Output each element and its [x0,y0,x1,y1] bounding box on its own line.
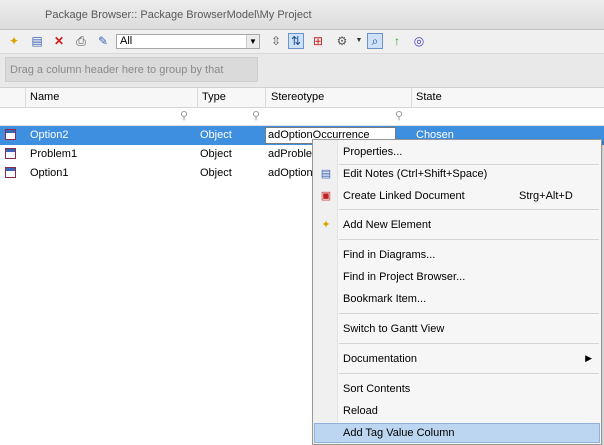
menu-item-label: Switch to Gantt View [343,323,445,335]
sort-icon[interactable]: ⇅ [288,33,304,49]
menu-item-add-tag-value-column[interactable]: Add Tag Value Column [314,423,600,443]
cell-type: Object [200,148,232,160]
menu-item-reload[interactable]: Reload [314,401,600,421]
go-up-icon[interactable]: ↑ [389,33,405,49]
column-separator[interactable] [411,88,412,108]
menu-item-add-new-element[interactable]: ✦ Add New Element [314,215,600,235]
column-separator[interactable] [25,88,26,108]
menu-item-bookmark-item[interactable]: Bookmark Item... [314,289,600,309]
view-options-icon[interactable]: ⚙ [334,33,350,49]
menu-separator [339,239,599,240]
menu-item-properties[interactable]: Properties... [314,142,600,162]
cell-name: Option2 [30,129,69,141]
chevron-down-icon[interactable]: ▼ [246,35,259,48]
linked-document-icon: ▣ [320,190,332,202]
hierarchy-icon[interactable]: ⊞ [310,33,326,49]
menu-item-shortcut: Strg+Alt+D [519,190,573,202]
menu-item-label: Bookmark Item... [343,293,427,305]
menu-item-label: Add New Element [343,219,432,231]
new-element-icon[interactable]: ✦ [6,33,22,49]
menu-item-label: Sort Contents [343,383,411,395]
menu-item-label: Documentation [343,353,417,365]
filter-select-value: All [120,35,133,47]
toolbar: ✦ ▤ ✕ ⎙ ✎ All ▼ ⇳ ⇅ ⊞ ⚙ ▼ ⌕ ↑ ◎ [0,30,604,54]
context-menu: Properties... ▤ Edit Notes (Ctrl+Shift+S… [312,139,602,445]
grid-header: Name Type Stereotype State [0,88,604,108]
cell-stereotype: adOption [268,167,312,179]
menu-separator [339,343,599,344]
move-icon[interactable]: ⇳ [268,33,284,49]
menu-separator [339,209,599,210]
window-titlebar: Package Browser:: Package BrowserModel\M… [0,0,604,30]
help-icon[interactable]: ◎ [411,33,427,49]
group-by-panel: Drag a column header here to group by th… [0,54,604,101]
object-icon [5,148,16,159]
menu-item-create-linked-document[interactable]: ▣ Create Linked Document Strg+Alt+D [314,186,600,206]
menu-item-label: Find in Project Browser... [343,271,466,283]
menu-separator [339,313,599,314]
menu-item-label: Reload [343,405,378,417]
window-title: Package Browser:: Package BrowserModel\M… [45,9,312,21]
menu-item-label: Edit Notes (Ctrl+Shift+Space) [343,168,488,180]
notes-icon: ▤ [320,168,332,180]
menu-separator [339,373,599,374]
menu-item-sort-contents[interactable]: Sort Contents [314,379,600,399]
menu-item-find-in-diagrams[interactable]: Find in Diagrams... [314,245,600,265]
column-header-name[interactable]: Name [30,91,59,103]
menu-item-label: Create Linked Document [343,190,465,202]
search-icon[interactable]: ⚲ [252,109,260,122]
search-icon[interactable]: ⚲ [395,109,403,122]
filter-select[interactable]: All ▼ [116,34,260,49]
column-separator[interactable] [265,88,266,108]
object-icon [5,129,16,140]
menu-item-documentation[interactable]: Documentation ▶ [314,349,600,369]
search-icon[interactable]: ⌕ [367,33,383,49]
menu-item-find-in-project-browser[interactable]: Find in Project Browser... [314,267,600,287]
notes-icon[interactable]: ▤ [29,33,45,49]
cell-name: Problem1 [30,148,78,160]
column-separator[interactable] [197,88,198,108]
submenu-arrow-icon: ▶ [585,353,592,363]
delete-icon[interactable]: ✕ [51,33,67,49]
menu-item-switch-to-gantt-view[interactable]: Switch to Gantt View [314,319,600,339]
menu-item-label: Add Tag Value Column [343,427,455,439]
new-element-icon: ✦ [321,219,331,231]
search-icon[interactable]: ⚲ [180,109,188,122]
object-icon [5,167,16,178]
cell-type: Object [200,167,232,179]
column-header-stereotype[interactable]: Stereotype [271,91,324,103]
view-options-dropdown-icon[interactable]: ▼ [351,33,367,49]
edit-icon[interactable]: ✎ [95,33,111,49]
cell-type: Object [200,129,232,141]
filter-row: ⚲ ⚲ ⚲ [0,108,604,126]
menu-item-label: Properties... [343,146,403,158]
menu-item-label: Find in Diagrams... [343,249,436,261]
column-header-type[interactable]: Type [202,91,226,103]
group-by-hint[interactable]: Drag a column header here to group by th… [5,57,258,101]
cell-stereotype: adProble [268,148,312,160]
print-icon[interactable]: ⎙ [73,33,89,49]
column-header-state[interactable]: State [416,91,442,103]
menu-item-edit-notes[interactable]: ▤ Edit Notes (Ctrl+Shift+Space) [314,164,600,184]
cell-name: Option1 [30,167,69,179]
